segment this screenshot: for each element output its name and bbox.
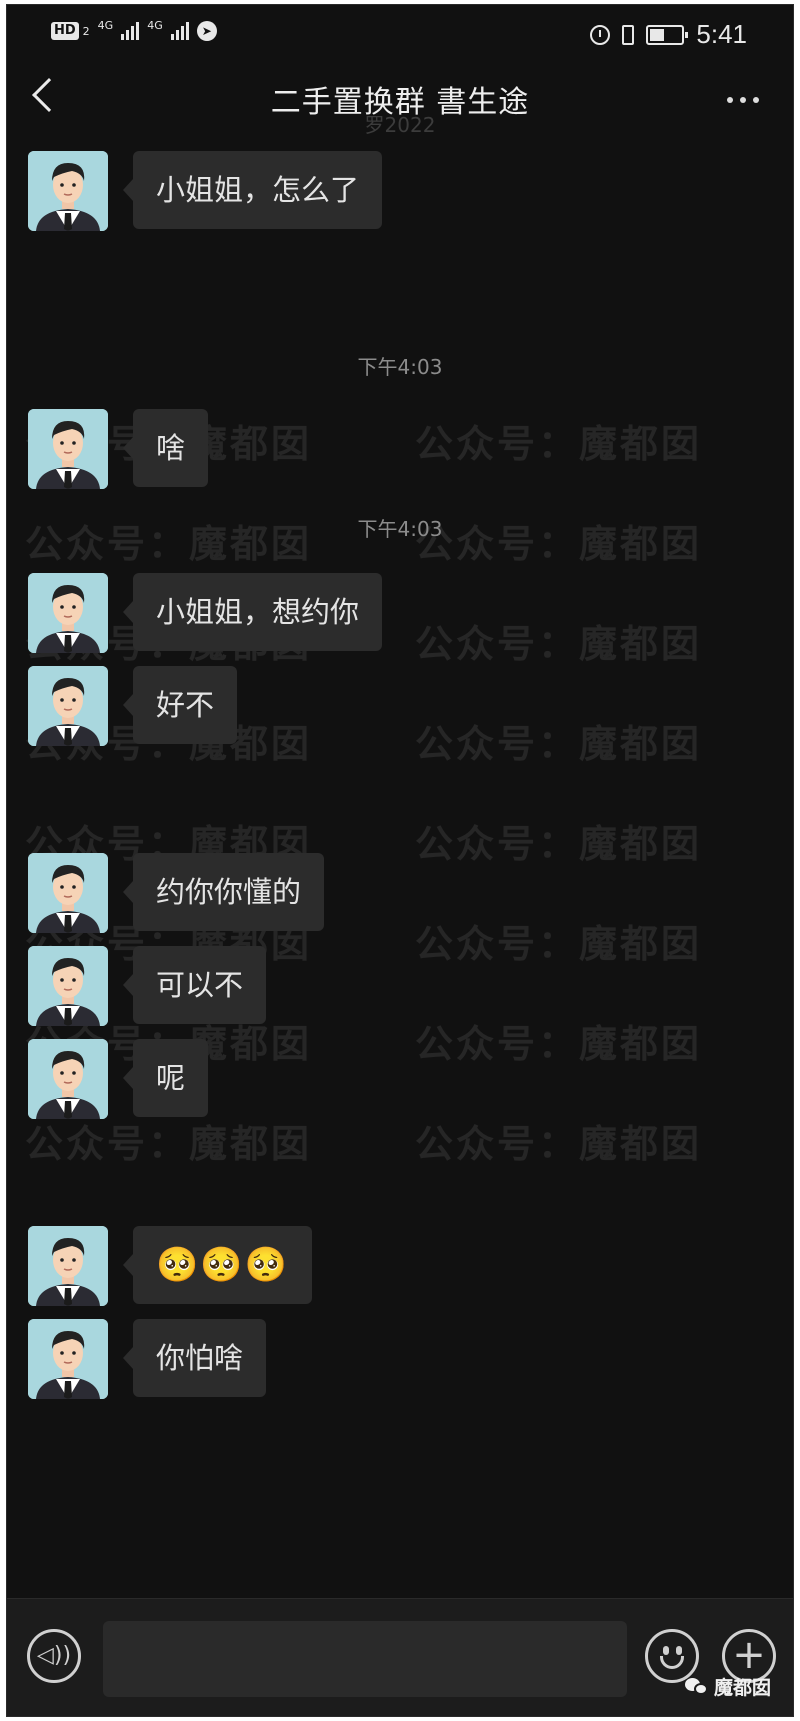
timestamp: 下午4:03 <box>357 355 443 379</box>
signal-icon <box>121 22 140 40</box>
watermark: 公众号：魔都囡 <box>415 622 703 666</box>
vibrate-icon <box>622 24 635 45</box>
watermark: 公众号：魔都囡 <box>415 922 703 966</box>
network-label-1: 4G <box>97 19 114 32</box>
sender-avatar[interactable] <box>28 946 108 1026</box>
watermark: 公众号：魔都囡 <box>25 1122 313 1166</box>
wechat-icon <box>685 1677 709 1696</box>
message-bubble[interactable]: 小姐姐，怎么了 <box>122 151 383 229</box>
status-time: 5:41 <box>696 19 747 49</box>
battery-level <box>650 28 665 41</box>
sender-avatar[interactable] <box>28 1226 108 1306</box>
voice-icon[interactable]: ◁)) <box>27 1629 81 1683</box>
sender-avatar[interactable] <box>28 151 108 231</box>
message-bubble[interactable]: 🥺🥺🥺 <box>122 1226 313 1304</box>
faded-stamp: 罗2022 <box>364 113 436 137</box>
watermark: 公众号：魔都囡 <box>415 422 703 466</box>
message-bubble[interactable]: 小姐姐，想约你 <box>122 573 383 651</box>
sender-avatar[interactable] <box>28 409 108 489</box>
phone-screen: HD 2 4G 4G ➤ 5:41 二手置换群 書生途 罗2022 公众号：魔都… <box>6 4 794 1717</box>
watermark: 公众号：魔都囡 <box>415 1122 703 1166</box>
hd-sim-number: 2 <box>82 24 90 38</box>
message-bubble[interactable]: 啥 <box>122 409 209 487</box>
status-right: 5:41 <box>590 19 747 50</box>
network-label-2: 4G <box>147 19 163 32</box>
signal-icon-2 <box>170 22 189 40</box>
brand-watermark: 魔都囡 <box>685 1673 771 1700</box>
hd-badge: HD <box>51 22 79 40</box>
sender-avatar[interactable] <box>28 666 108 746</box>
message-input[interactable] <box>103 1621 627 1697</box>
battery-icon <box>646 24 689 45</box>
alarm-icon <box>590 24 611 45</box>
status-left: HD 2 4G 4G ➤ <box>51 19 217 41</box>
watermark: 公众号：魔都囡 <box>415 1022 703 1066</box>
message-bubble[interactable]: 约你你懂的 <box>122 853 325 931</box>
sender-avatar[interactable] <box>28 853 108 933</box>
location-icon: ➤ <box>196 21 217 41</box>
input-bar: ◁)) + 魔都囡 <box>7 1598 793 1716</box>
status-bar: HD 2 4G 4G ➤ 5:41 <box>7 5 793 61</box>
timestamp: 下午4:03 <box>357 517 443 541</box>
watermark: 公众号：魔都囡 <box>415 822 703 866</box>
sender-avatar[interactable] <box>28 573 108 653</box>
watermark: 公众号：魔都囡 <box>415 722 703 766</box>
sender-avatar[interactable] <box>28 1319 108 1399</box>
message-bubble[interactable]: 好不 <box>122 666 238 744</box>
message-bubble[interactable]: 呢 <box>122 1039 209 1117</box>
message-bubble[interactable]: 你怕啥 <box>122 1319 267 1397</box>
message-bubble[interactable]: 可以不 <box>122 946 267 1024</box>
brand-label: 魔都囡 <box>714 1677 772 1699</box>
more-icon[interactable] <box>727 97 759 103</box>
sender-avatar[interactable] <box>28 1039 108 1119</box>
